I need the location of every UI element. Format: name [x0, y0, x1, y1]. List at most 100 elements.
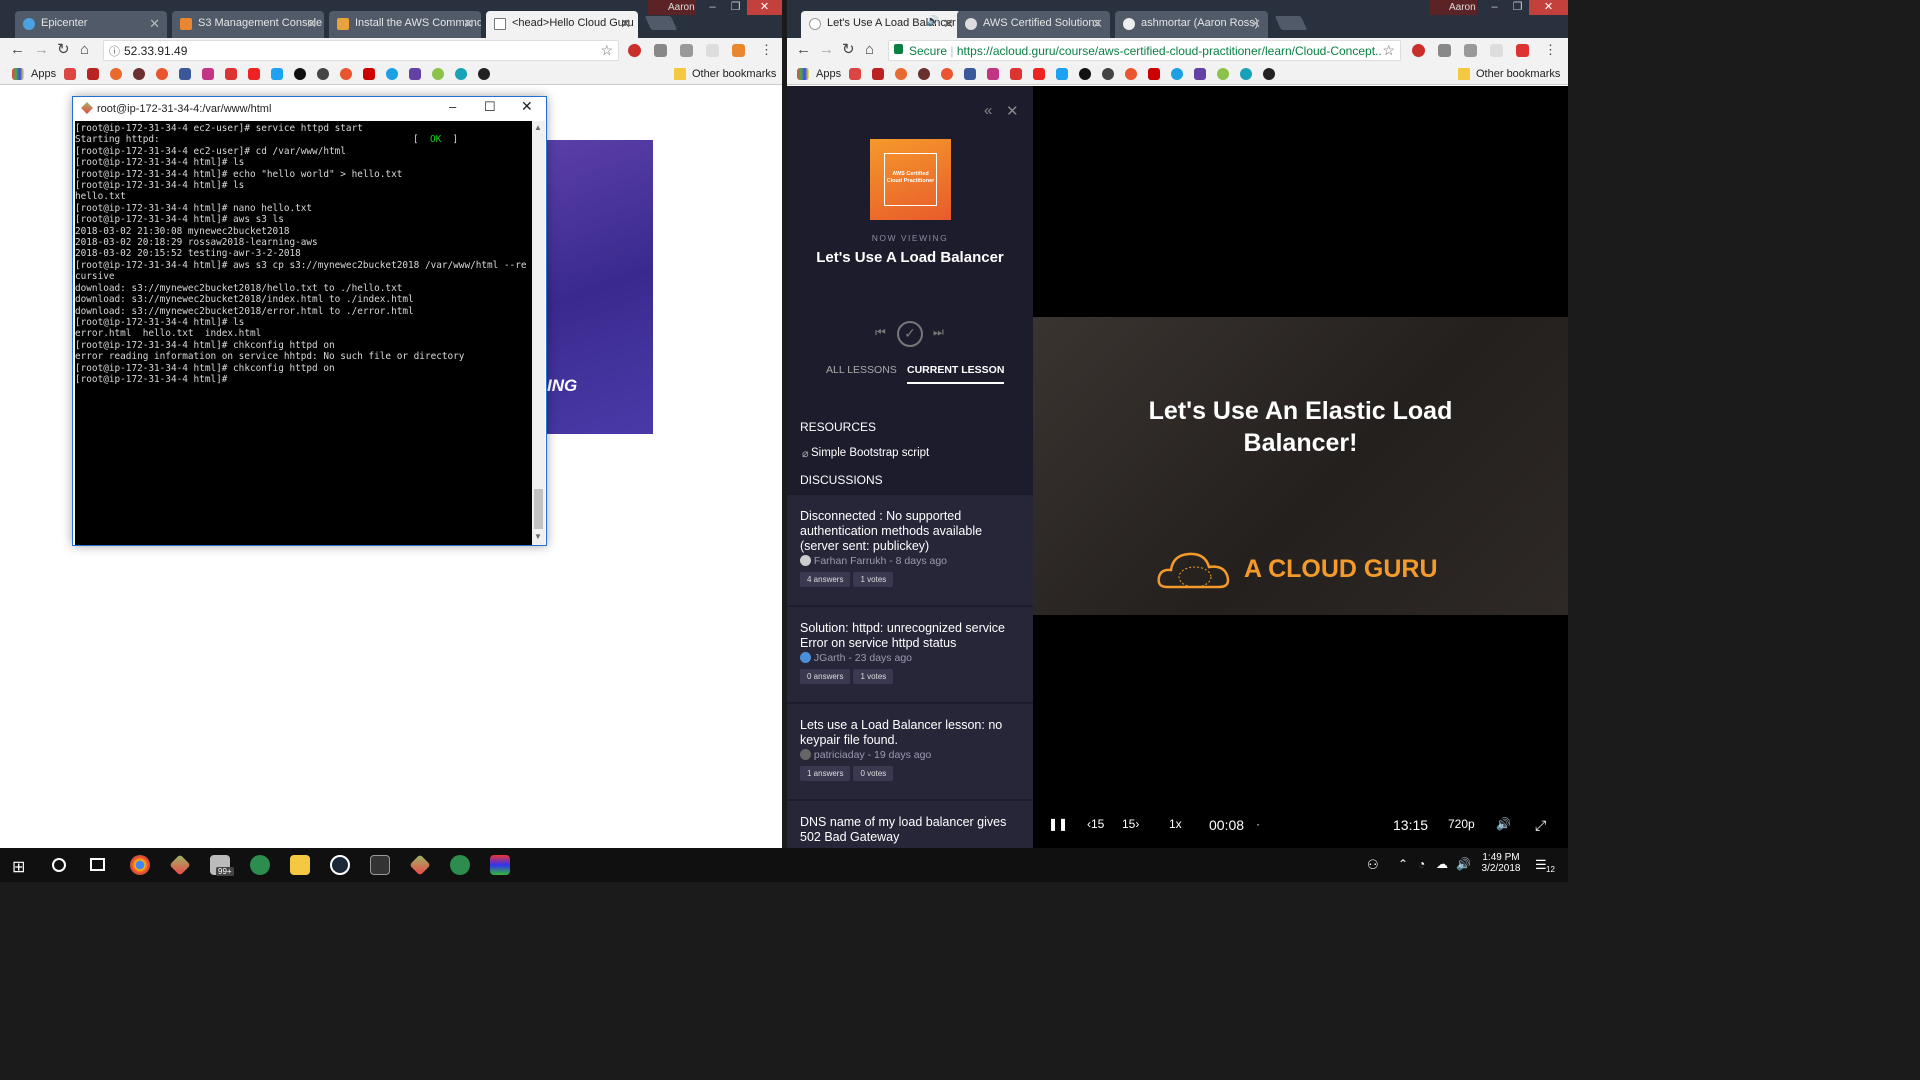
- bookmark-icon[interactable]: [340, 68, 352, 80]
- reload-icon[interactable]: ↻: [842, 41, 855, 58]
- volume-icon[interactable]: 🔊: [1496, 817, 1511, 831]
- bookmark-icon[interactable]: [1102, 68, 1114, 80]
- bookmark-icon[interactable]: [455, 68, 467, 80]
- tab-aws-solutions[interactable]: AWS Certified Solutions ✕: [957, 11, 1110, 38]
- ssh-terminal-window[interactable]: root@ip-172-31-34-4:/var/www/html – ☐ ✕ …: [72, 96, 547, 546]
- rewind-15-button[interactable]: ‹15: [1087, 817, 1104, 831]
- terminal-scrollbar[interactable]: ▲ ▼: [532, 121, 545, 545]
- discussion-title[interactable]: DNS name of my load balancer gives 502 B…: [800, 815, 1020, 845]
- close-tab-icon[interactable]: ✕: [620, 16, 631, 32]
- apps-grid-icon[interactable]: [12, 68, 24, 80]
- tab-s3-console[interactable]: S3 Management Console ✕: [172, 11, 324, 38]
- extension-icon[interactable]: [1490, 44, 1503, 57]
- back-icon[interactable]: ←: [10, 41, 25, 58]
- bookmark-icon[interactable]: [918, 68, 930, 80]
- bookmark-icon[interactable]: [432, 68, 444, 80]
- git-icon[interactable]: [169, 854, 191, 876]
- youtube-icon[interactable]: [1033, 68, 1045, 80]
- extension-icon[interactable]: [732, 44, 745, 57]
- home-icon[interactable]: ⌂: [865, 41, 874, 58]
- profile-button[interactable]: Aaron: [648, 0, 696, 15]
- address-bar[interactable]: ⓘ 52.33.91.49 ☆: [103, 40, 619, 61]
- new-tab-button[interactable]: [644, 16, 678, 30]
- other-bookmarks[interactable]: Other bookmarks: [692, 68, 776, 80]
- extension-icon[interactable]: [706, 44, 719, 57]
- bookmark-icon[interactable]: [87, 68, 99, 80]
- people-icon[interactable]: ⚇: [1367, 857, 1379, 873]
- close-window-button[interactable]: ✕: [521, 98, 533, 115]
- collapse-chevrons-icon[interactable]: «: [984, 102, 992, 119]
- close-tab-icon[interactable]: ✕: [943, 16, 954, 32]
- tab-aws-cli[interactable]: Install the AWS Command ✕: [329, 11, 481, 38]
- extension-icon[interactable]: [680, 44, 693, 57]
- reload-icon[interactable]: ↻: [57, 41, 70, 58]
- pause-icon[interactable]: ❚❚: [1048, 817, 1068, 831]
- gmail-icon[interactable]: [64, 68, 76, 80]
- minimize-button[interactable]: –: [449, 99, 456, 114]
- dropbox-icon[interactable]: [654, 44, 667, 57]
- bookmark-icon[interactable]: [363, 68, 375, 80]
- bookmark-icon[interactable]: [1079, 68, 1091, 80]
- close-tab-icon[interactable]: ✕: [1092, 16, 1103, 32]
- youtube-icon[interactable]: [248, 68, 260, 80]
- ublock-icon[interactable]: [628, 44, 641, 57]
- other-bookmarks[interactable]: Other bookmarks: [1476, 68, 1560, 80]
- close-tab-icon[interactable]: ✕: [306, 16, 317, 32]
- close-tab-icon[interactable]: ✕: [463, 16, 474, 32]
- forward-icon[interactable]: →: [34, 41, 49, 58]
- tab-github-profile[interactable]: ashmortar (Aaron Ross) ✕: [1115, 11, 1268, 38]
- discussion-title[interactable]: Disconnected : No supported authenticati…: [800, 509, 1020, 554]
- apps-bookmark[interactable]: Apps: [816, 68, 841, 80]
- bookmark-icon[interactable]: [1171, 68, 1183, 80]
- close-icon[interactable]: ✕: [1006, 102, 1019, 120]
- discussion-item[interactable]: Lets use a Load Balancer lesson: no keyp…: [787, 704, 1033, 799]
- onedrive-icon[interactable]: ☁: [1436, 857, 1448, 871]
- address-bar[interactable]: Secure | https://acloud.guru/course/aws-…: [888, 40, 1401, 61]
- close-window-button[interactable]: ✕: [747, 0, 782, 15]
- discussion-item[interactable]: DNS name of my load balancer gives 502 B…: [787, 801, 1033, 848]
- mark-complete-icon[interactable]: ✓: [897, 321, 923, 347]
- ublock-icon[interactable]: [1412, 44, 1425, 57]
- bookmark-icon[interactable]: [110, 68, 122, 80]
- bookmark-icon[interactable]: [872, 68, 884, 80]
- bookmark-icon[interactable]: [1125, 68, 1137, 80]
- clock[interactable]: 1:49 PM 3/2/2018: [1476, 852, 1526, 874]
- twitch-icon[interactable]: [1194, 68, 1206, 80]
- bookmark-icon[interactable]: [1217, 68, 1229, 80]
- terminal-output[interactable]: [root@ip-172-31-34-4 ec2-user]# service …: [75, 121, 532, 545]
- bookmark-icon[interactable]: [386, 68, 398, 80]
- extension-icon[interactable]: [1516, 44, 1529, 57]
- bookmark-star-icon[interactable]: ☆: [600, 42, 613, 59]
- github-icon[interactable]: [1263, 68, 1275, 80]
- app-icon[interactable]: [490, 855, 510, 875]
- maximize-button[interactable]: ❐: [1506, 0, 1529, 15]
- forward-15-button[interactable]: 15›: [1122, 817, 1139, 831]
- menu-kebab-icon[interactable]: ⋮: [1544, 41, 1557, 58]
- tab-hello-cloud-guru[interactable]: <head>Hello Cloud Guru ✕: [486, 11, 638, 38]
- task-view-icon[interactable]: [90, 858, 105, 871]
- app-icon[interactable]: [370, 855, 390, 875]
- maximize-button[interactable]: ❐: [724, 0, 747, 15]
- github-icon[interactable]: [478, 68, 490, 80]
- git-bash-icon[interactable]: [409, 854, 431, 876]
- fullscreen-icon[interactable]: ⤢: [1535, 817, 1546, 834]
- minimize-button[interactable]: –: [1483, 0, 1506, 15]
- new-tab-button[interactable]: [1274, 16, 1308, 30]
- quality-button[interactable]: 720p: [1448, 817, 1475, 831]
- discussion-item[interactable]: Solution: httpd: unrecognized service Er…: [787, 607, 1033, 702]
- resource-link[interactable]: Simple Bootstrap script: [811, 447, 929, 459]
- bookmark-icon[interactable]: [1240, 68, 1252, 80]
- discussion-title[interactable]: Solution: httpd: unrecognized service Er…: [800, 621, 1020, 651]
- video-frame[interactable]: Let's Use An Elastic Load Balancer! A CLO…: [1033, 317, 1568, 615]
- wifi-icon[interactable]: ◔: [1418, 857, 1425, 871]
- bookmark-icon[interactable]: [895, 68, 907, 80]
- cortana-icon[interactable]: [52, 858, 66, 872]
- video-player[interactable]: Let's Use An Elastic Load Balancer! A CLO…: [1033, 86, 1568, 848]
- discussion-title[interactable]: Lets use a Load Balancer lesson: no keyp…: [800, 718, 1020, 748]
- bookmark-icon[interactable]: [133, 68, 145, 80]
- progress-dot[interactable]: ·: [1256, 817, 1260, 831]
- bookmark-icon[interactable]: [225, 68, 237, 80]
- app-icon[interactable]: [250, 855, 270, 875]
- discussion-item[interactable]: Disconnected : No supported authenticati…: [787, 495, 1033, 605]
- facebook-icon[interactable]: [964, 68, 976, 80]
